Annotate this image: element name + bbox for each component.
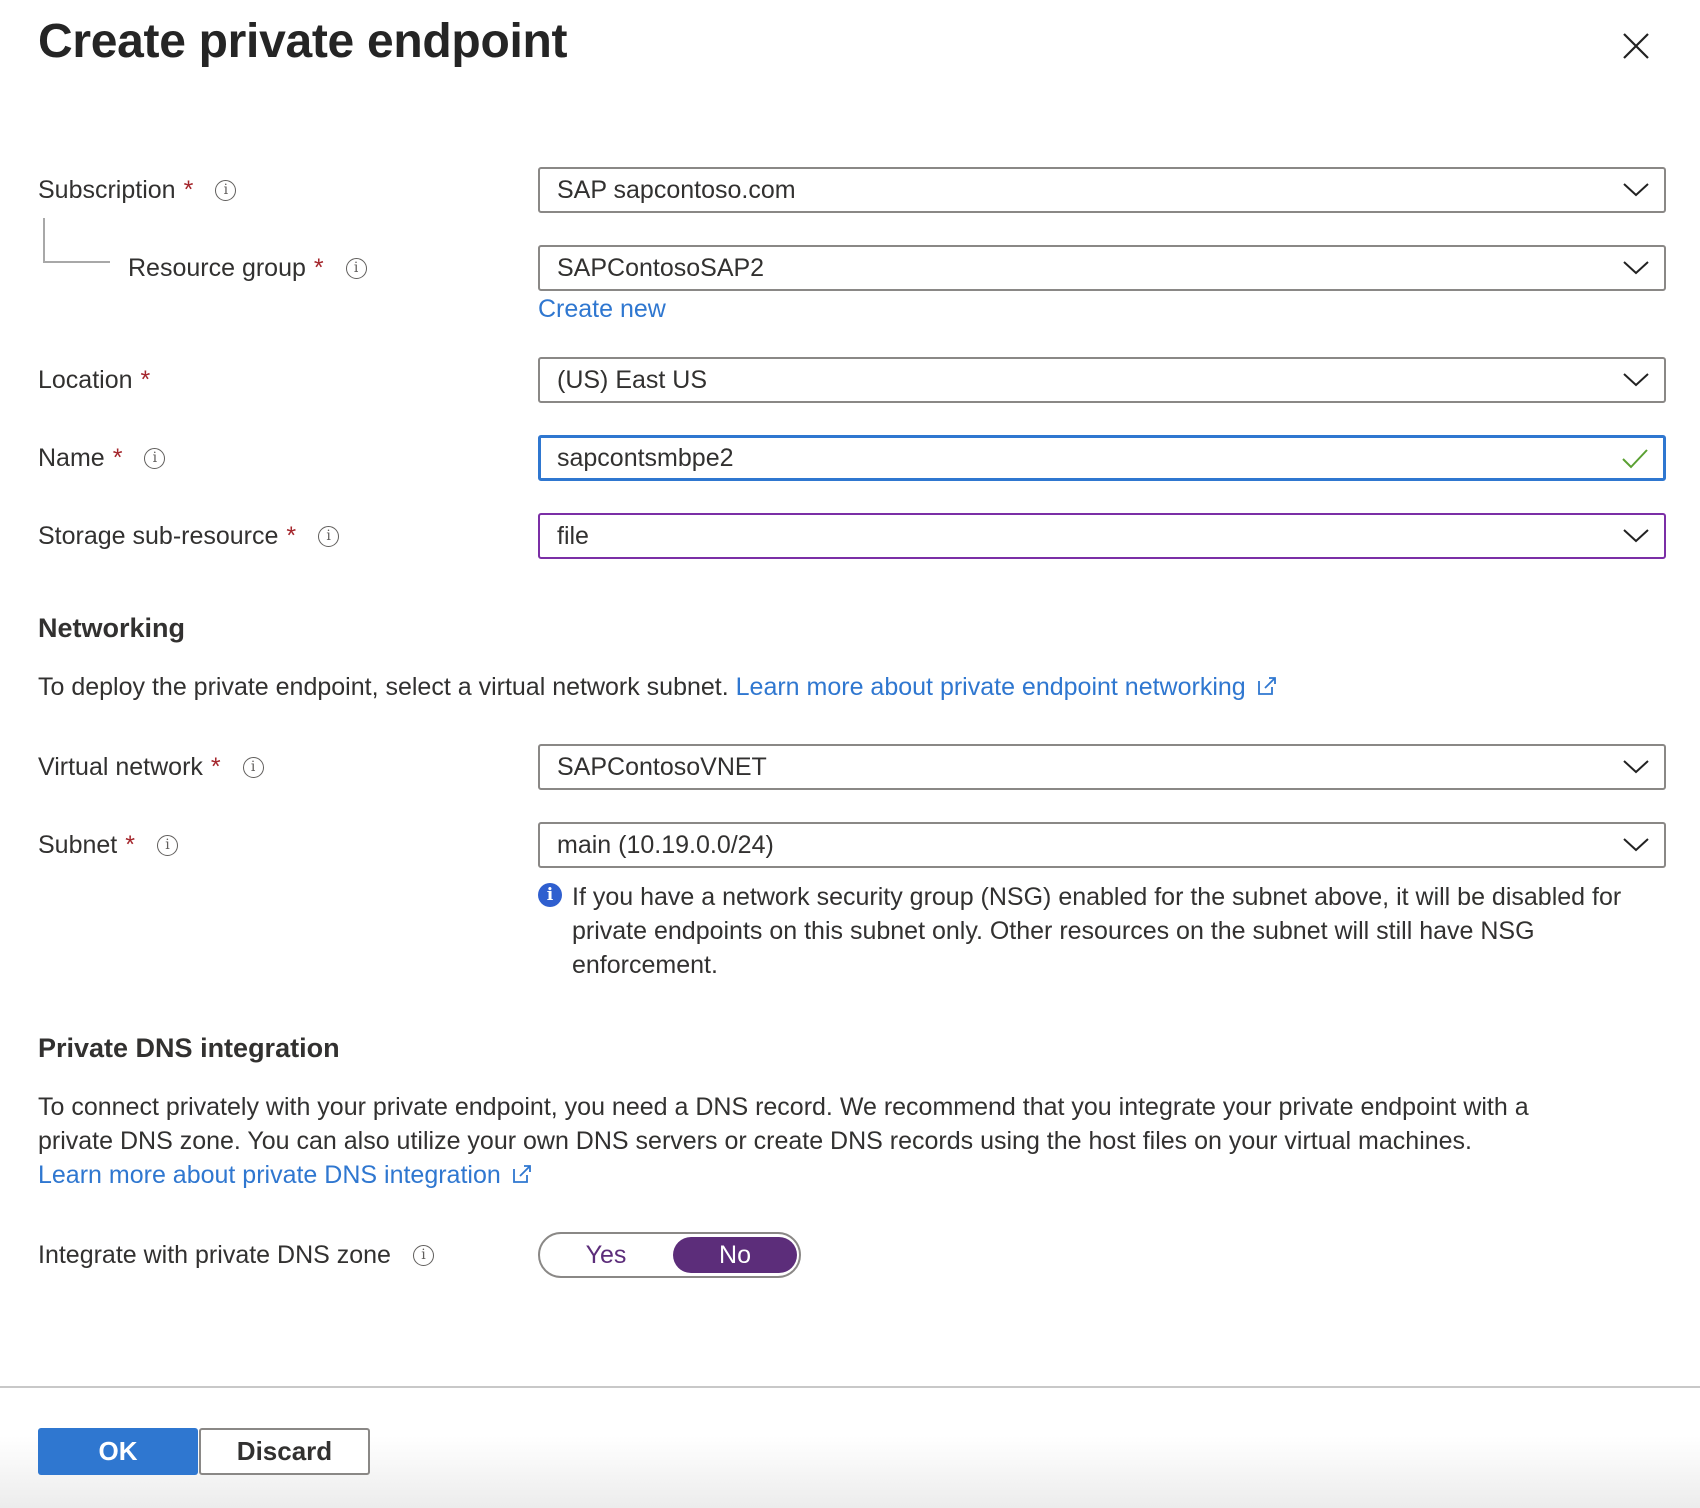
external-link-icon xyxy=(512,1165,531,1183)
info-icon[interactable]: i xyxy=(242,756,264,778)
external-link-icon xyxy=(1257,677,1276,695)
subnet-label-text: Subnet xyxy=(38,830,118,859)
virtual-network-label-text: Virtual network xyxy=(38,752,203,781)
subnet-dropdown[interactable]: main (10.19.0.0/24) xyxy=(538,822,1666,868)
required-marker: * xyxy=(313,253,324,282)
toggle-option-no[interactable]: No xyxy=(673,1237,797,1273)
ok-button[interactable]: OK xyxy=(38,1428,198,1475)
networking-description: To deploy the private endpoint, select a… xyxy=(38,670,1278,704)
learn-more-dns-link[interactable]: Learn more about private DNS integration xyxy=(38,1158,1529,1192)
private-dns-heading: Private DNS integration xyxy=(38,1033,340,1063)
nsg-info-message: If you have a network security group (NS… xyxy=(572,880,1621,982)
create-new-link[interactable]: Create new xyxy=(538,295,666,324)
subscription-label: Subscription * i xyxy=(38,170,237,210)
storage-sub-resource-label-text: Storage sub-resource xyxy=(38,521,279,550)
required-marker: * xyxy=(183,175,194,204)
nsg-info-line: private endpoints on this subnet only. O… xyxy=(572,917,1535,945)
name-value: sapcontsmbpe2 xyxy=(557,443,734,472)
close-button[interactable] xyxy=(1618,28,1654,64)
name-label: Name * i xyxy=(38,438,166,478)
nsg-info-line: If you have a network security group (NS… xyxy=(572,883,1622,911)
close-icon xyxy=(1623,33,1649,59)
dns-description-line: To connect privately with your private e… xyxy=(38,1093,1529,1121)
resource-group-label-text: Resource group xyxy=(128,253,306,282)
dns-description-line: private DNS zone. You can also utilize y… xyxy=(38,1127,1472,1155)
info-icon[interactable]: i xyxy=(345,257,367,279)
location-label: Location * xyxy=(38,360,150,400)
chevron-down-icon xyxy=(1623,183,1649,197)
tree-connector xyxy=(43,261,110,263)
toggle-option-yes[interactable]: Yes xyxy=(540,1234,672,1276)
learn-more-networking-link[interactable]: Learn more about private endpoint networ… xyxy=(736,673,1278,701)
resource-group-label: Resource group * i xyxy=(128,248,367,288)
location-dropdown[interactable]: (US) East US xyxy=(538,357,1666,403)
resource-group-dropdown[interactable]: SAPContosoSAP2 xyxy=(538,245,1666,291)
required-marker: * xyxy=(210,752,221,781)
info-icon[interactable]: i xyxy=(318,525,340,547)
chevron-down-icon xyxy=(1623,261,1649,275)
virtual-network-dropdown[interactable]: SAPContosoVNET xyxy=(538,744,1666,790)
location-label-text: Location xyxy=(38,365,133,394)
subscription-value: SAP sapcontoso.com xyxy=(557,175,796,204)
chevron-down-icon xyxy=(1623,373,1649,387)
integrate-dns-toggle[interactable]: Yes No xyxy=(538,1232,801,1278)
networking-heading: Networking xyxy=(38,613,186,643)
info-icon[interactable]: i xyxy=(412,1244,434,1266)
nsg-info-line: enforcement. xyxy=(572,951,718,979)
name-label-text: Name xyxy=(38,443,105,472)
info-icon[interactable]: i xyxy=(156,834,178,856)
name-input[interactable]: sapcontsmbpe2 xyxy=(538,435,1666,481)
integrate-dns-label: Integrate with private DNS zone i xyxy=(38,1235,434,1275)
chevron-down-icon xyxy=(1623,838,1649,852)
networking-description-text: To deploy the private endpoint, select a… xyxy=(38,673,729,701)
chevron-down-icon xyxy=(1623,529,1649,543)
location-value: (US) East US xyxy=(557,365,708,394)
discard-button[interactable]: Discard xyxy=(199,1428,370,1475)
info-icon[interactable]: i xyxy=(144,447,166,469)
tree-connector xyxy=(43,218,45,263)
integrate-dns-label-text: Integrate with private DNS zone xyxy=(38,1240,391,1269)
subnet-value: main (10.19.0.0/24) xyxy=(557,830,774,859)
info-icon[interactable]: i xyxy=(215,179,237,201)
required-marker: * xyxy=(286,521,297,550)
required-marker: * xyxy=(140,365,151,394)
subnet-label: Subnet * i xyxy=(38,825,178,865)
subscription-label-text: Subscription xyxy=(38,175,176,204)
storage-sub-resource-dropdown[interactable]: file xyxy=(538,513,1666,559)
resource-group-value: SAPContosoSAP2 xyxy=(557,253,765,282)
storage-sub-resource-value: file xyxy=(557,521,589,550)
private-dns-description: To connect privately with your private e… xyxy=(38,1090,1529,1192)
virtual-network-value: SAPContosoVNET xyxy=(557,752,767,781)
virtual-network-label: Virtual network * i xyxy=(38,747,264,787)
subscription-dropdown[interactable]: SAP sapcontoso.com xyxy=(538,167,1666,213)
checkmark-icon xyxy=(1622,449,1648,469)
required-marker: * xyxy=(112,443,123,472)
learn-more-networking-text: Learn more about private endpoint networ… xyxy=(735,673,1246,701)
dialog-title: Create private endpoint xyxy=(38,15,568,68)
required-marker: * xyxy=(125,830,135,859)
learn-more-dns-text: Learn more about private DNS integration xyxy=(38,1161,501,1189)
info-filled-icon: i xyxy=(538,883,562,907)
chevron-down-icon xyxy=(1623,760,1649,774)
storage-sub-resource-label: Storage sub-resource * i xyxy=(38,516,340,556)
